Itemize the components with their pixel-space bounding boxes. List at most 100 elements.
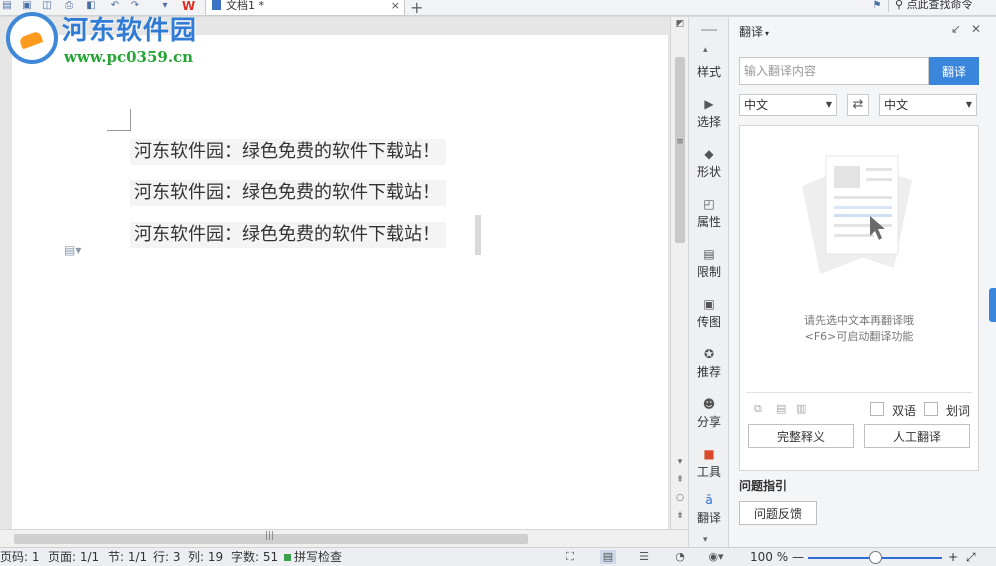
spell-check-label: 拼写检查 xyxy=(294,550,343,564)
page-margin-marker xyxy=(107,109,131,131)
document-tab-title: 文档1 * xyxy=(226,0,264,12)
close-icon[interactable]: ✕ xyxy=(971,22,981,36)
command-search[interactable]: ⚲ 点此查找命令 xyxy=(888,0,996,12)
document-tab[interactable]: 文档1 * × xyxy=(205,0,405,16)
source-language-select[interactable]: 中文 ▼ xyxy=(739,94,837,116)
sidebar-item-shapes[interactable]: ◆ 形状 xyxy=(689,147,729,180)
status-page[interactable]: 页面: 1/1 xyxy=(48,548,99,566)
task-pane-toolbar: ▴ 样式 ▶ 选择 ◆ 形状 ◰ 属性 ▤ 限制 ▣ 传图 ✪ 推荐 ☻ 分享 … xyxy=(688,17,729,547)
sidebar-item-properties[interactable]: ◰ 属性 xyxy=(689,197,729,230)
sidebar-item-label: 限制 xyxy=(696,265,721,279)
close-tab-icon[interactable]: × xyxy=(391,0,400,11)
translation-result-box: 请先选中文本再翻译哦 <F6>可启动翻译功能 ⧉ ▤ ▥ 双语 划词 完整释义 … xyxy=(739,125,979,471)
share-icon: ☻ xyxy=(702,397,716,411)
sidebar-item-label: 推荐 xyxy=(696,365,721,379)
scroll-grip-icon: ||| xyxy=(265,531,275,541)
vertical-scroll-thumb[interactable] xyxy=(675,57,685,243)
status-column: 列: 19 xyxy=(188,550,224,564)
translate-input[interactable] xyxy=(739,57,929,85)
target-language-select[interactable]: 中文 ▼ xyxy=(879,94,977,116)
wps-writer-window: ▤ ▣ ◫ ⎙ ◧ ↶ ↷ ▾ W 文档1 * × + ⚑ ⚲ 点此查找命令 河… xyxy=(0,0,996,566)
faq-section-title: 问题指引 xyxy=(739,479,788,493)
status-section[interactable]: 节: 1/1 xyxy=(108,548,147,566)
insert-document-icon[interactable]: ▤ xyxy=(776,402,786,415)
sidebar-item-label: 样式 xyxy=(696,65,721,79)
sidebar-item-label: 分享 xyxy=(696,415,721,429)
zoom-in-button[interactable]: + xyxy=(948,548,958,566)
target-language-value: 中文 xyxy=(884,98,909,112)
panel-collapse-handle[interactable] xyxy=(989,288,996,322)
sidebar-item-share[interactable]: ☻ 分享 xyxy=(689,397,729,430)
page-view-icon[interactable]: ▤ xyxy=(600,550,616,564)
hint-select-text: 请先选中文本再翻译哦 xyxy=(804,314,914,327)
search-icon: ⚲ xyxy=(895,0,904,11)
scroll-down-icon[interactable]: ▾ xyxy=(674,457,686,467)
translate-panel: 翻译▾ ↙ ✕ 翻译 中文 ▼ ⇄ 中文 ▼ xyxy=(729,17,996,547)
shapes-icon: ◆ xyxy=(704,147,714,161)
fit-window-icon[interactable]: ⤢ xyxy=(966,548,976,566)
fullscreen-view-icon[interactable]: ⛶ xyxy=(562,550,578,564)
vertical-scrollbar[interactable]: ◩ ≡ ▾ ⇞ ○ ⇟ xyxy=(670,17,688,529)
full-definition-button[interactable]: 完整释义 xyxy=(748,424,854,448)
watermark-logo: 河东软件园 www.pc0359.cn xyxy=(4,6,214,68)
text-cursor-highlight xyxy=(475,215,481,255)
paragraph-3[interactable]: 河东软件园：绿色免费的软件下载站！ xyxy=(130,222,446,248)
spell-check-toggle[interactable]: 拼写检查 xyxy=(284,548,342,566)
feedback-button[interactable]: 问题反馈 xyxy=(739,501,817,525)
recommend-icon: ✪ xyxy=(703,347,715,361)
outline-view-icon[interactable]: ☰ xyxy=(636,550,652,564)
ruler-toggle-icon[interactable]: ◩ xyxy=(674,19,686,29)
toolbar-handle xyxy=(701,29,717,31)
sidebar-item-select[interactable]: ▶ 选择 xyxy=(689,97,729,130)
panel-title-text: 翻译 xyxy=(739,25,764,39)
status-row: 行: 3 xyxy=(153,550,181,564)
sidebar-item-tools[interactable]: ■ 工具 xyxy=(689,447,729,480)
toolbar-scroll-up-icon[interactable]: ▴ xyxy=(703,45,708,55)
status-word-count[interactable]: 字数: 51 xyxy=(231,548,278,566)
status-page-code[interactable]: 页码: 1 xyxy=(0,548,40,566)
divider xyxy=(746,392,972,393)
chevron-down-icon: ▼ xyxy=(825,100,832,109)
hint-f6-shortcut: <F6>可启动翻译功能 xyxy=(804,330,914,343)
zoom-slider-knob[interactable] xyxy=(868,551,882,564)
chevron-down-icon: ▾ xyxy=(765,29,770,38)
zoom-out-button[interactable]: — xyxy=(792,548,804,566)
restrict-icon: ▤ xyxy=(703,247,715,261)
sidebar-item-styles[interactable]: 样式 xyxy=(689,63,729,80)
horizontal-scrollbar[interactable]: ||| xyxy=(0,529,688,547)
sidebar-item-upload-image[interactable]: ▣ 传图 xyxy=(689,297,729,330)
document-area: 河东软件园：绿色免费的软件下载站！ 河东软件园：绿色免费的软件下载站！ 河东软件… xyxy=(0,17,670,535)
paragraph-menu-icon[interactable]: ▤▾ xyxy=(64,243,81,257)
panel-title[interactable]: 翻译 ▾ xyxy=(739,23,769,40)
translate-input-row: 翻译 xyxy=(739,57,979,85)
eye-protection-icon[interactable]: ◉▾ xyxy=(708,550,724,564)
sidebar-item-label: 工具 xyxy=(696,465,721,479)
human-translate-button[interactable]: 人工翻译 xyxy=(864,424,970,448)
upload-image-icon: ▣ xyxy=(703,297,715,311)
sidebar-item-label: 翻译 xyxy=(696,511,721,525)
scroll-grip-icon: ≡ xyxy=(676,137,684,147)
select-browse-icon[interactable]: ○ xyxy=(674,493,686,503)
new-tab-button[interactable]: + xyxy=(410,0,423,17)
bilingual-checkbox[interactable] xyxy=(870,402,884,416)
translate-button[interactable]: 翻译 xyxy=(929,57,979,85)
zoom-level[interactable]: 100 % xyxy=(750,548,788,566)
delete-icon[interactable]: ▥ xyxy=(796,402,806,415)
sidebar-item-translate[interactable]: ā 翻译 xyxy=(689,493,729,526)
swap-languages-button[interactable]: ⇄ xyxy=(847,94,869,116)
word-select-checkbox[interactable] xyxy=(924,402,938,416)
toolbar-scroll-down-icon[interactable]: ▾ xyxy=(703,535,708,545)
copy-icon[interactable]: ⧉ xyxy=(754,402,762,416)
watermark-title: 河东软件园 xyxy=(62,16,198,46)
dock-panel-icon[interactable]: ↙ xyxy=(951,22,961,36)
next-page-icon[interactable]: ⇟ xyxy=(674,511,686,521)
sidebar-item-recommend[interactable]: ✪ 推荐 xyxy=(689,347,729,380)
flag-icon[interactable]: ⚑ xyxy=(870,0,884,12)
sidebar-item-restrict[interactable]: ▤ 限制 xyxy=(689,247,729,280)
paragraph-1[interactable]: 河东软件园：绿色免费的软件下载站！ xyxy=(130,139,446,165)
command-search-label: 点此查找命令 xyxy=(906,0,973,11)
paragraph-2[interactable]: 河东软件园：绿色免费的软件下载站！ xyxy=(130,180,446,206)
source-language-value: 中文 xyxy=(744,98,769,112)
prev-page-icon[interactable]: ⇞ xyxy=(674,475,686,485)
web-view-icon[interactable]: ◔ xyxy=(672,550,688,564)
